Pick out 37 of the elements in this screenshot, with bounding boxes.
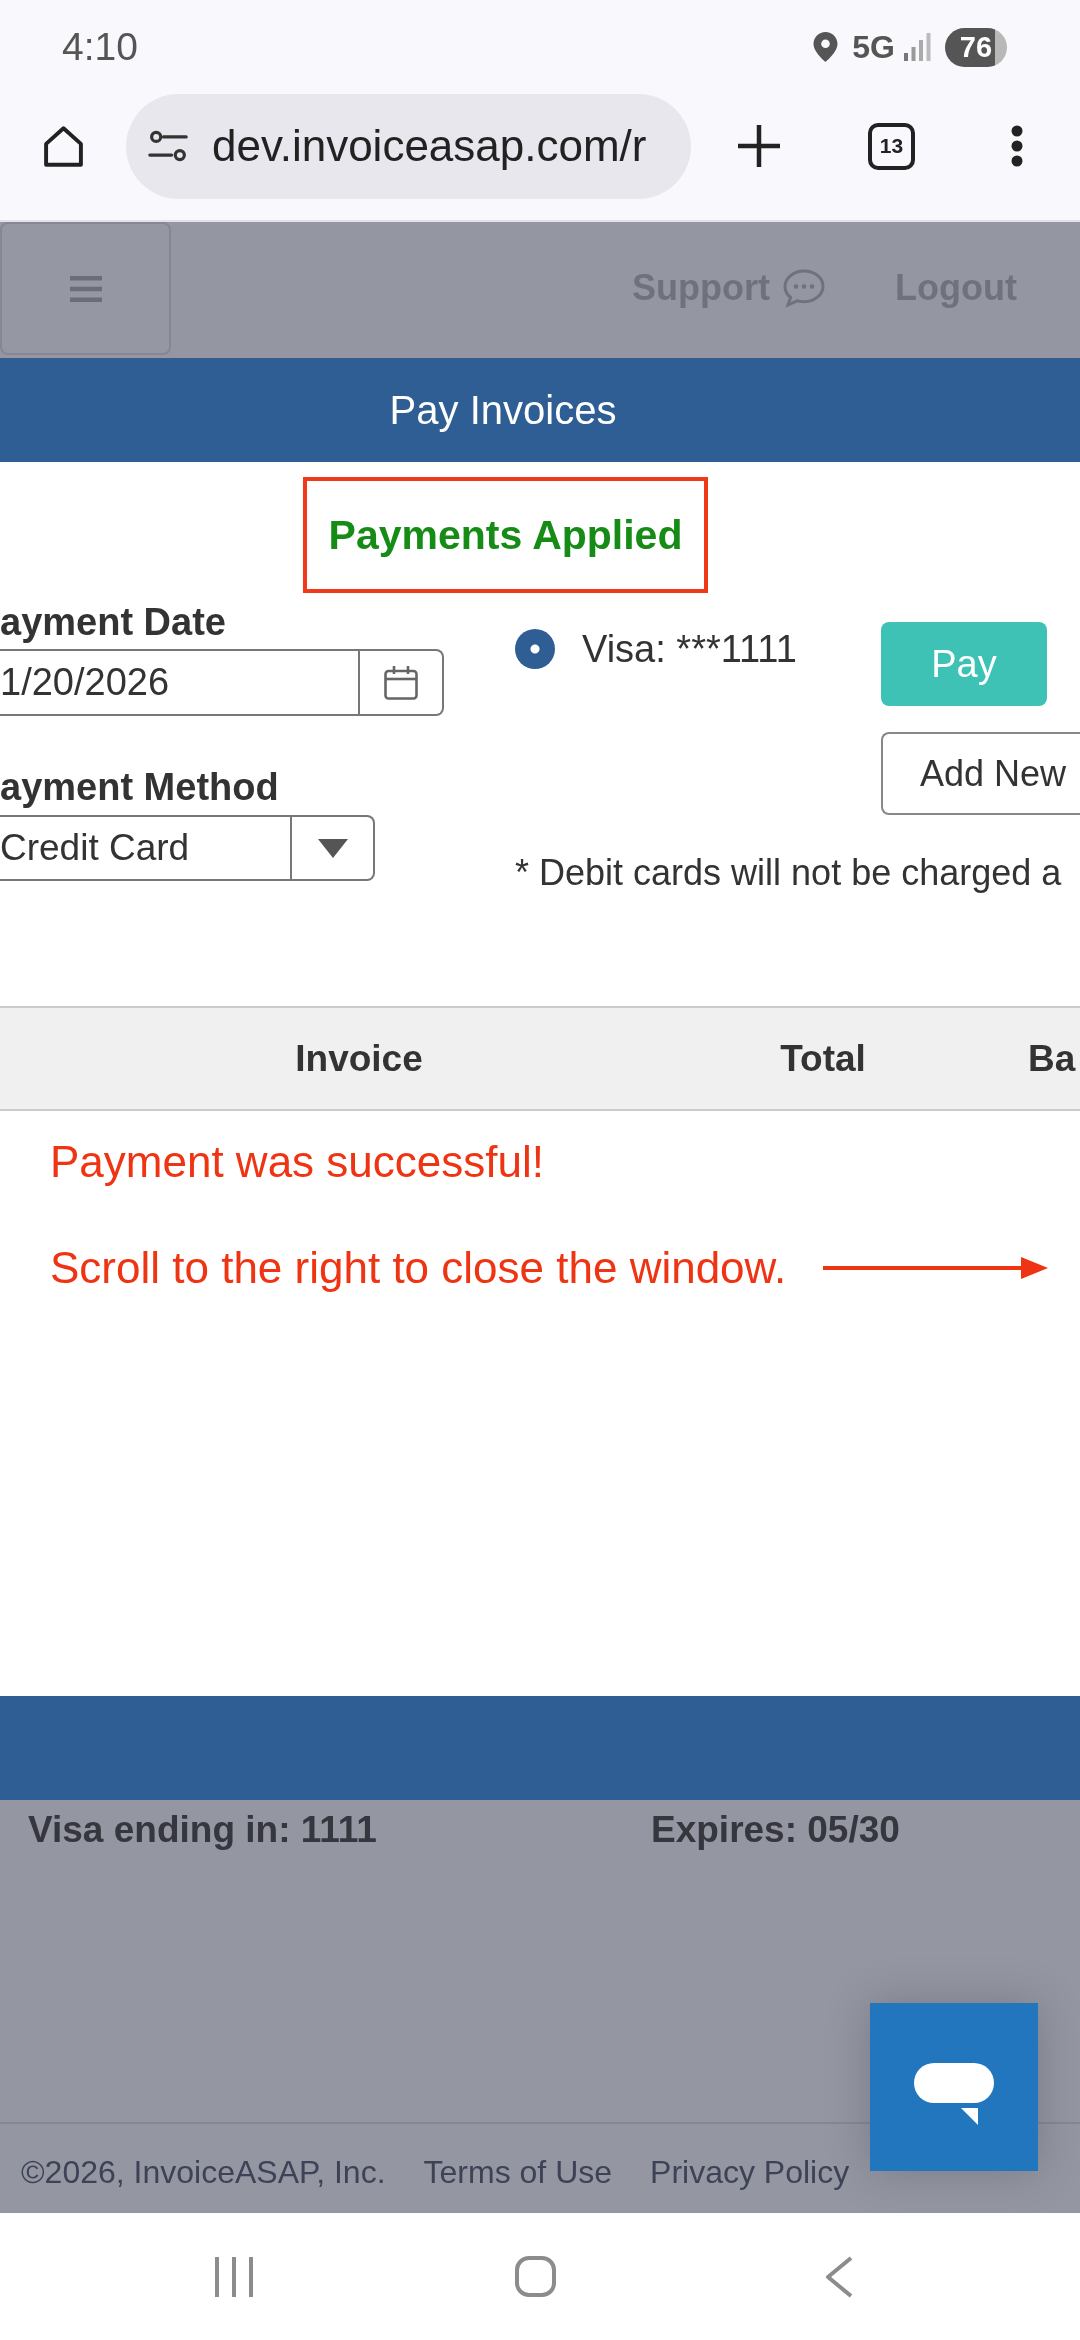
chat-bubble-icon bbox=[914, 2063, 994, 2125]
column-header: Total bbox=[780, 1037, 866, 1080]
chat-bubble-icon bbox=[782, 268, 827, 308]
more-icon[interactable] bbox=[1011, 125, 1023, 167]
payment-note: * Debit cards will not be charged a bbox=[515, 852, 1063, 894]
column-header: Ba bbox=[1028, 1037, 1076, 1080]
status-time: 4:10 bbox=[62, 25, 138, 69]
dialog-title: Pay Invoices bbox=[389, 387, 617, 433]
annotation-text: Payment was successful! bbox=[50, 1136, 544, 1188]
card-number-label: Visa ending in: 1111 bbox=[28, 1808, 377, 1852]
network-type: 5G bbox=[852, 28, 895, 66]
plus-icon[interactable] bbox=[738, 125, 780, 167]
address-bar[interactable]: dev.invoiceasap.com/r bbox=[126, 93, 691, 199]
tab-switcher-button[interactable]: 13 bbox=[868, 122, 915, 170]
back-icon[interactable] bbox=[825, 2255, 853, 2298]
status-message: Payments Applied bbox=[328, 511, 683, 559]
radio-button[interactable] bbox=[515, 629, 555, 669]
date-field[interactable]: 1/20/2026 bbox=[0, 649, 444, 716]
arrow-icon bbox=[823, 1256, 1049, 1280]
field-label: ayment Method bbox=[0, 765, 279, 809]
copyright-text: ©2026, InvoiceASAP, Inc. bbox=[21, 2154, 386, 2191]
column-header: Invoice bbox=[295, 1037, 423, 1080]
card-option-label: Visa: ***1111 bbox=[582, 627, 797, 672]
chat-button[interactable] bbox=[870, 2003, 1038, 2171]
annotation-text: Scroll to the right to close the window. bbox=[50, 1242, 787, 1294]
battery-indicator: 76 bbox=[945, 27, 1007, 67]
location-icon bbox=[813, 32, 839, 62]
card-expiry-label: Expires: 05/30 bbox=[651, 1808, 900, 1852]
site-settings-icon[interactable] bbox=[148, 128, 188, 164]
calendar-icon[interactable] bbox=[384, 665, 418, 700]
field-label: ayment Date bbox=[0, 600, 226, 644]
signal-icon bbox=[904, 33, 931, 61]
recents-icon[interactable] bbox=[215, 2256, 253, 2297]
add-new-button[interactable]: Add New bbox=[881, 732, 1080, 815]
menu-icon bbox=[69, 275, 102, 302]
caret-icon bbox=[317, 838, 348, 858]
dropdown-field[interactable]: Credit Card bbox=[0, 815, 375, 881]
